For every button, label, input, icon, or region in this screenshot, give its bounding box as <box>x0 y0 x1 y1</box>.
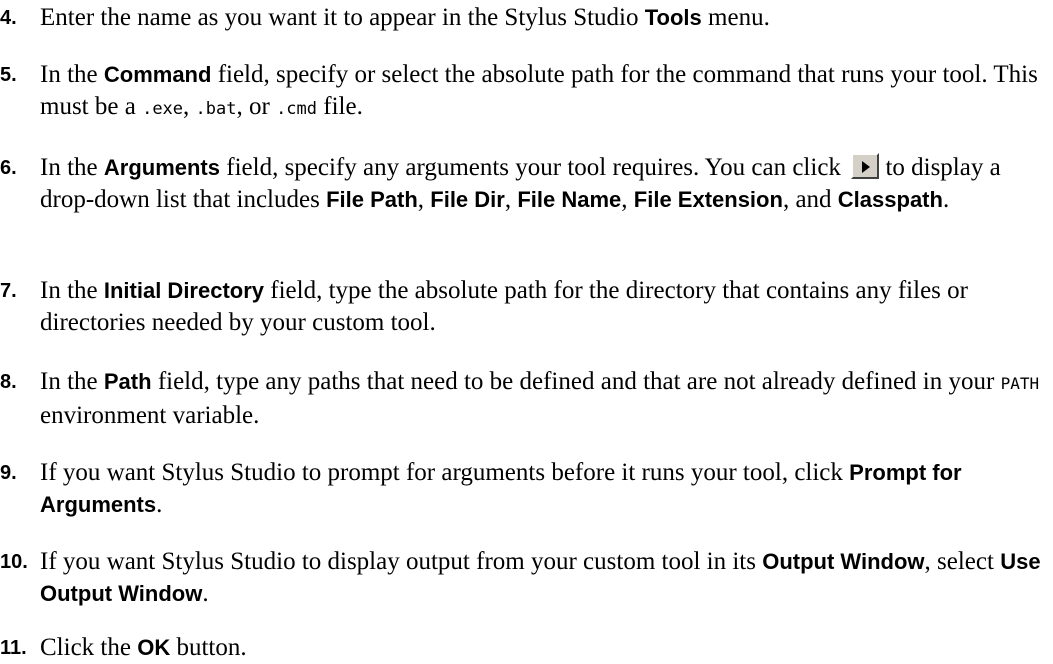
text-run: Enter the name as you want it to appear … <box>40 4 645 31</box>
text-run: field, type any paths that need to be de… <box>151 368 1001 395</box>
step-text: Enter the name as you want it to appear … <box>40 2 1048 34</box>
text-run: button. <box>170 634 247 661</box>
text-run: If you want Stylus Studio to display out… <box>40 548 763 575</box>
text-run: . <box>202 580 209 607</box>
text-run: In the <box>40 277 104 304</box>
text-run: environment variable. <box>40 402 260 429</box>
text-run: Click the <box>40 634 138 661</box>
text-run: menu. <box>701 4 770 31</box>
text-run: file. <box>317 93 363 120</box>
ui-term: Classpath <box>837 187 943 212</box>
code-term: .bat <box>195 99 237 119</box>
ui-term: Tools <box>644 5 702 30</box>
code-term: .exe <box>142 99 184 119</box>
code-term: .cmd <box>276 99 318 119</box>
ui-term: File Name <box>517 187 622 212</box>
step-number: 7. <box>0 280 17 302</box>
step-number: 9. <box>0 462 17 484</box>
step-number: 11. <box>0 637 27 659</box>
step-text: In the Command field, specify or select … <box>40 59 1048 125</box>
text-run: , select <box>924 548 1001 575</box>
ui-term: OK <box>137 635 171 660</box>
step-number: 4. <box>0 7 17 29</box>
text-run: . <box>156 491 163 518</box>
text-run: , and <box>782 186 838 213</box>
ui-term: Output Window <box>762 549 925 574</box>
text-run: In the <box>40 154 104 181</box>
ui-term: Arguments <box>103 155 220 180</box>
text-run: field, specify any arguments your tool r… <box>220 154 848 181</box>
arrow-right-icon <box>851 153 880 179</box>
text-run: , <box>417 186 431 213</box>
step-text: If you want Stylus Studio to prompt for … <box>40 457 1048 521</box>
text-run: In the <box>40 61 104 88</box>
ui-term: File Dir <box>430 187 505 212</box>
ui-term: Initial Directory <box>103 278 265 303</box>
ui-term: File Extension <box>633 187 783 212</box>
text-run: , <box>621 186 634 213</box>
ui-term: Command <box>103 62 212 87</box>
step-number: 6. <box>0 157 17 179</box>
step-text: In the Path field, type any paths that n… <box>40 366 1048 432</box>
text-run: If you want Stylus Studio to prompt for … <box>40 459 850 486</box>
step-text: Click the OK button. <box>40 632 1048 664</box>
ui-term: File Path <box>326 187 418 212</box>
text-run: , <box>504 186 518 213</box>
step-number: 8. <box>0 371 17 393</box>
step-number: 10. <box>0 551 28 573</box>
step-text: In the Arguments field, specify any argu… <box>40 152 1048 216</box>
text-run: , <box>183 93 196 120</box>
step-text: If you want Stylus Studio to display out… <box>40 546 1048 610</box>
env-variable: PATH <box>1000 374 1040 393</box>
step-text: In the Initial Directory field, type the… <box>40 275 1048 339</box>
step-number: 5. <box>0 64 17 86</box>
text-run: . <box>942 186 950 213</box>
text-run: In the <box>40 368 104 395</box>
text-run: , or <box>236 93 277 120</box>
ui-term: Path <box>103 369 152 394</box>
